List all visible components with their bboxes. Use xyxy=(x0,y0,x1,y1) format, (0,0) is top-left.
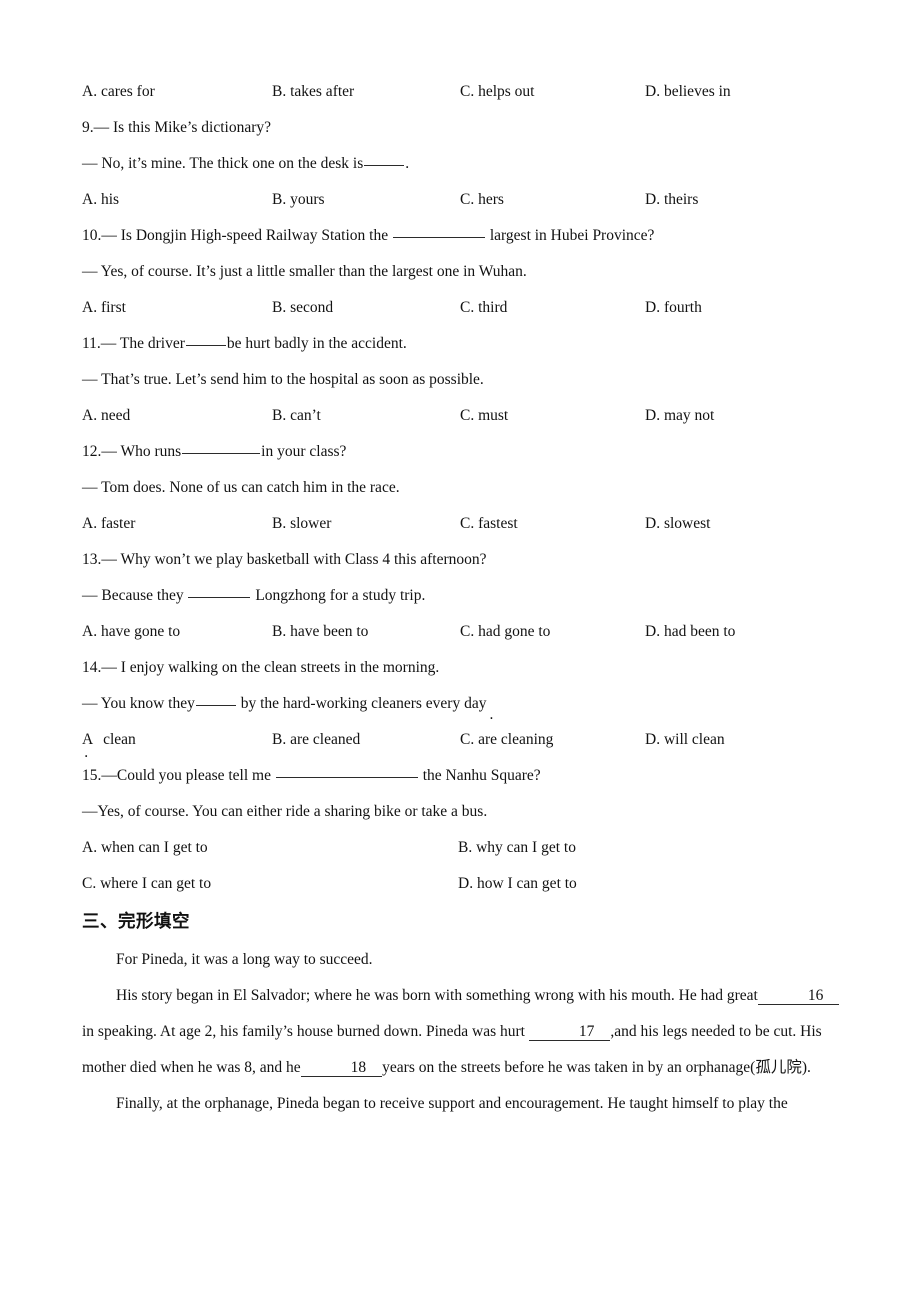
question-11-answer-blank[interactable] xyxy=(185,332,226,346)
question-14-stem-line-1: 14.— I enjoy walking on the clean street… xyxy=(82,659,440,676)
page-content: A. cares for B. takes after C. helps out… xyxy=(82,74,842,1122)
question-10-stem-line-2: — Yes, of course. It’s just a little sma… xyxy=(82,263,527,280)
question-12-stem-text-before: 12.— Who runs xyxy=(82,443,182,460)
question-15-stem-text-after: the Nanhu Square? xyxy=(422,767,541,784)
question-14-options-row: A.clean B. are cleaned C. are cleaning D… xyxy=(82,722,842,761)
question-14-option-a-dropped-period: . xyxy=(84,744,89,761)
question-13-options-row: A. have gone to B. have been to C. had g… xyxy=(82,614,842,650)
cloze-segment-1: His story began in El Salvador; where he… xyxy=(116,987,758,1004)
question-9-options-row: A. his B. yours C. hers D. theirs xyxy=(82,182,842,218)
question-9-option-d[interactable]: D. theirs xyxy=(645,182,698,218)
question-11-stem-line-2: — That’s true. Let’s send him to the hos… xyxy=(82,371,484,388)
question-14-stem-line-2: — You know they by the hard-working clea… xyxy=(82,686,842,723)
question-11-stem-text-before: 11.— The driver xyxy=(82,335,185,352)
question-15-option-a[interactable]: A. when can I get to xyxy=(82,830,208,866)
question-8-option-b[interactable]: B. takes after xyxy=(272,74,354,110)
question-13-stem-line-1: 13.— Why won’t we play basketball with C… xyxy=(82,551,487,568)
question-12-stem-line-1: 12.— Who runs in your class? xyxy=(82,434,842,470)
cloze-paragraph-1: For Pineda, it was a long way to succeed… xyxy=(116,951,373,968)
question-11-option-a[interactable]: A. need xyxy=(82,398,130,434)
question-10-option-b[interactable]: B. second xyxy=(272,290,333,326)
question-14-option-a[interactable]: A.clean xyxy=(82,722,136,761)
question-12-option-d[interactable]: D. slowest xyxy=(645,506,710,542)
question-14-stem-text-after: by the hard-working cleaners every day xyxy=(240,695,487,712)
question-10-stem-text-before: 10.— Is Dongjin High-speed Railway Stati… xyxy=(82,227,389,244)
question-13-stem-text-after: Longzhong for a study trip. xyxy=(255,587,426,604)
question-11-stem-text-after: be hurt badly in the accident. xyxy=(226,335,407,352)
question-9-option-a[interactable]: A. his xyxy=(82,182,119,218)
question-13-option-c[interactable]: C. had gone to xyxy=(460,614,550,650)
question-14-option-d[interactable]: D. will clean xyxy=(645,722,725,758)
question-10-stem-text-after: largest in Hubei Province? xyxy=(489,227,655,244)
question-9-stem-text-after: . xyxy=(405,155,410,172)
question-13-option-a[interactable]: A. have gone to xyxy=(82,614,180,650)
question-12-option-b[interactable]: B. slower xyxy=(272,506,331,542)
question-15-stem-line-1: 15.—Could you please tell me the Nanhu S… xyxy=(82,758,842,794)
question-15-answer-blank[interactable] xyxy=(275,764,418,778)
question-10-options-row: A. first B. second C. third D. fourth xyxy=(82,290,842,326)
cloze-paragraph-3: Finally, at the orphanage, Pineda began … xyxy=(116,1095,788,1112)
question-9-stem-line-1: 9.— Is this Mike’s dictionary? xyxy=(82,119,271,136)
cloze-blank-17[interactable]: 17 xyxy=(528,1023,611,1042)
question-14-stem-text-before: — You know they xyxy=(82,695,195,712)
question-13-answer-blank[interactable] xyxy=(188,584,251,598)
question-9-answer-blank[interactable] xyxy=(364,152,405,166)
question-15-option-b[interactable]: B. why can I get to xyxy=(458,830,576,866)
question-14-option-a-text: clean xyxy=(103,731,136,748)
question-8-option-c[interactable]: C. helps out xyxy=(460,74,535,110)
question-10-option-a[interactable]: A. first xyxy=(82,290,126,326)
question-13-stem-text-before: — Because they xyxy=(82,587,184,604)
question-10-option-c[interactable]: C. third xyxy=(460,290,507,326)
question-10-stem-line-1: 10.— Is Dongjin High-speed Railway Stati… xyxy=(82,218,842,254)
question-10-answer-blank[interactable] xyxy=(392,224,485,238)
question-8-option-d[interactable]: D. believes in xyxy=(645,74,731,110)
question-12-option-a[interactable]: A. faster xyxy=(82,506,135,542)
question-11-stem-line-1: 11.— The driver be hurt badly in the acci… xyxy=(82,326,842,362)
question-12-option-c[interactable]: C. fastest xyxy=(460,506,518,542)
question-9-stem-line-2: — No, it’s mine. The thick one on the de… xyxy=(82,146,842,182)
question-11-option-b[interactable]: B. can’t xyxy=(272,398,321,434)
question-12-answer-blank[interactable] xyxy=(182,440,261,454)
question-13-option-d[interactable]: D. had been to xyxy=(645,614,735,650)
cloze-blank-18[interactable]: 18 xyxy=(300,1059,383,1078)
question-15-options-row-1: A. when can I get to B. why can I get to xyxy=(82,830,842,866)
question-8-option-a[interactable]: A. cares for xyxy=(82,74,155,110)
question-13-option-b[interactable]: B. have been to xyxy=(272,614,368,650)
section-three-heading: 三、完形填空 xyxy=(82,912,190,932)
question-9-option-c[interactable]: C. hers xyxy=(460,182,504,218)
question-14-option-b[interactable]: B. are cleaned xyxy=(272,722,360,758)
question-14-option-c[interactable]: C. are cleaning xyxy=(460,722,553,758)
question-12-stem-line-2: — Tom does. None of us can catch him in … xyxy=(82,479,400,496)
question-8-options-row: A. cares for B. takes after C. helps out… xyxy=(82,74,842,110)
question-13-stem-line-2: — Because they Longzhong for a study tri… xyxy=(82,578,842,614)
cloze-segment-2: in speaking. At age 2, his family’s hous… xyxy=(82,1023,525,1040)
question-14-answer-blank[interactable] xyxy=(195,692,236,706)
cloze-blank-16[interactable]: 16 xyxy=(757,987,840,1006)
question-12-options-row: A. faster B. slower C. fastest D. slowes… xyxy=(82,506,842,542)
question-11-option-c[interactable]: C. must xyxy=(460,398,508,434)
cloze-segment-4: years on the streets before he was taken… xyxy=(382,1059,811,1076)
cloze-paragraph-2: His story began in El Salvador; where he… xyxy=(82,978,842,1086)
question-15-option-d[interactable]: D. how I can get to xyxy=(458,866,577,902)
question-10-option-d[interactable]: D. fourth xyxy=(645,290,702,326)
question-12-stem-text-after: in your class? xyxy=(261,443,347,460)
question-9-stem-text-before: — No, it’s mine. The thick one on the de… xyxy=(82,155,364,172)
question-15-option-c[interactable]: C. where I can get to xyxy=(82,866,211,902)
question-15-stem-text-before: 15.—Could you please tell me xyxy=(82,767,271,784)
question-15-stem-line-2: —Yes, of course. You can either ride a s… xyxy=(82,803,488,820)
question-11-options-row: A. need B. can’t C. must D. may not xyxy=(82,398,842,434)
question-9-option-b[interactable]: B. yours xyxy=(272,182,325,218)
question-15-options-row-2: C. where I can get to D. how I can get t… xyxy=(82,866,842,902)
question-11-option-d[interactable]: D. may not xyxy=(645,398,714,434)
exam-paper-page: A. cares for B. takes after C. helps out… xyxy=(0,0,920,1302)
